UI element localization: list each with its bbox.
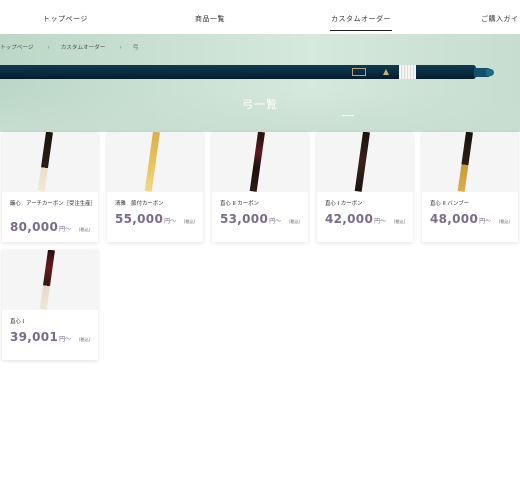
nav-item-custom-order[interactable]: カスタムオーダー (330, 14, 392, 32)
product-image (422, 132, 518, 192)
product-price: 53,000円〜 （税込） (220, 212, 303, 226)
product-price: 80,000円〜 （税込） (10, 220, 93, 234)
product-image (317, 132, 413, 192)
product-card[interactable]: 簸心 アーチカーボン［受注生産］ 80,000円〜 （税込） (2, 132, 98, 242)
product-card[interactable]: 直心 I 39,001円〜 （税込） (2, 250, 98, 360)
bow-grip-wrap (399, 65, 416, 79)
product-image (2, 250, 98, 310)
nav-item-products[interactable]: 商品一覧 (195, 14, 225, 24)
nav-item-purchase-guide[interactable]: ご購入ガイド (481, 14, 520, 24)
breadcrumb-top-page[interactable]: トップページ (0, 43, 33, 51)
breadcrumb-custom-order[interactable]: カスタムオーダー (61, 43, 106, 51)
product-name: 簸心 アーチカーボン［受注生産］ (10, 201, 96, 207)
breadcrumb-separator-icon: › (47, 45, 50, 51)
product-price: 55,000円〜 （税込） (115, 212, 198, 226)
product-price: 39,001円〜 （税込） (10, 330, 93, 344)
product-card[interactable]: 清雅 節付カーボン 55,000円〜 （税込） (107, 132, 203, 242)
product-name: 直心 I (10, 319, 25, 325)
nav-item-top-page[interactable]: トップページ (43, 14, 88, 24)
breadcrumb-current-bow: 弓 (132, 45, 139, 51)
bow-emblem-icon (352, 68, 366, 76)
product-card[interactable]: 直心 II カーボン 53,000円〜 （税込） (212, 132, 308, 242)
product-image (2, 132, 98, 192)
breadcrumb-separator-icon: › (119, 45, 122, 51)
product-card[interactable]: 直心 I カーボン 42,000円〜 （税込） (317, 132, 413, 242)
product-name: 直心 I カーボン (325, 201, 363, 207)
hero-banner: トップページ › カスタムオーダー › 弓 弓一覧 (0, 34, 520, 132)
product-price: 42,000円〜 （税込） (325, 212, 408, 226)
product-price: 48,000円〜 （税込） (430, 212, 513, 226)
product-name: 清雅 節付カーボン (115, 201, 164, 207)
breadcrumb: トップページ › カスタムオーダー › 弓 (0, 43, 138, 51)
product-name: 直心 II バンブー (430, 201, 470, 207)
product-name: 直心 II カーボン (220, 201, 259, 207)
top-navigation: トップページ 商品一覧 カスタムオーダー ご購入ガイド (0, 0, 520, 34)
page-title: 弓一覧 (242, 98, 278, 111)
product-image (107, 132, 203, 192)
product-card[interactable]: 直心 II バンブー 48,000円〜 （税込） (422, 132, 518, 242)
title-underline (342, 115, 354, 117)
product-image (212, 132, 308, 192)
